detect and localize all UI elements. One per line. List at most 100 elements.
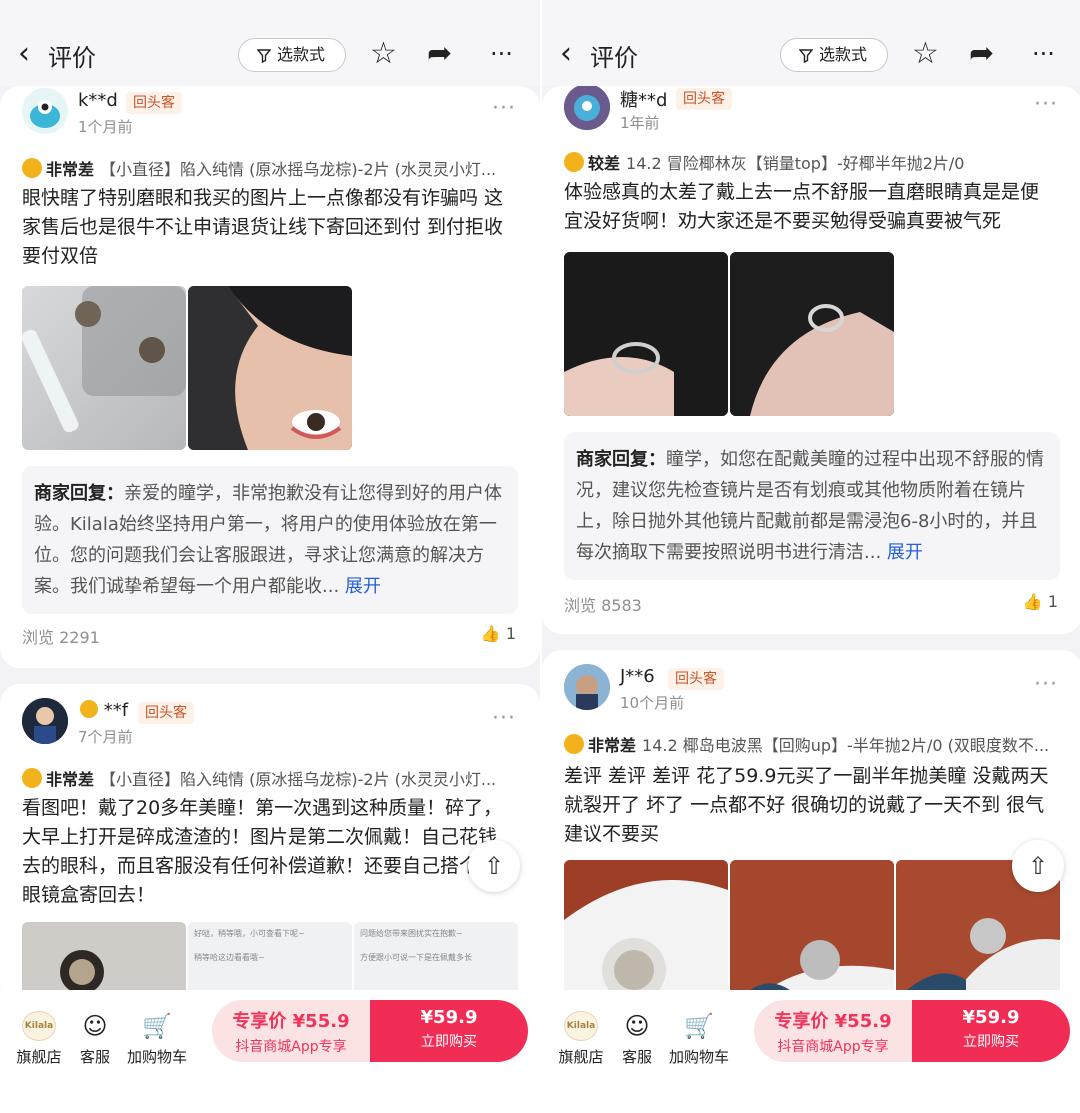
review-image[interactable] [188,286,352,450]
promo-price: 专享价 ¥55.9 [232,1011,350,1032]
filter-label: 选款式 [277,45,326,64]
chat-line: 好哒，稍等哦，小可查看下呢~ [194,929,305,938]
more-icon[interactable]: ··· [492,96,516,121]
price: ¥59.9 [962,1007,1020,1028]
back-to-top-button[interactable]: ⇧ [1012,840,1064,892]
kilala-logo: Kilala [22,1011,56,1041]
lens-on-finger-photo [564,252,728,416]
service-button[interactable]: ☺ 客服 [602,1010,672,1067]
promo-price-button[interactable]: 专享价 ¥55.9 抖音商城App专享 [754,1000,912,1062]
right-screen: ‹ 评价 选款式 ☆ ➦ ··· 糖**d 回头客 1年前 ··· 较差 14.2… [540,0,1080,1113]
share-icon[interactable]: ➦ [969,36,994,72]
username[interactable]: k**d [78,90,118,111]
more-icon[interactable]: ··· [1032,36,1055,72]
merchant-reply: 商家回复：瞳学，如您在配戴美瞳的过程中出现不舒服的情况，建议您先检查镜片是否有划… [564,432,1060,580]
eye-photo [188,286,352,450]
more-icon[interactable]: ··· [492,706,516,731]
header-bar: ‹ 评价 选款式 ☆ ➦ ··· [542,0,1080,86]
buy-label: 立即购买 [421,1034,477,1050]
page-title: 评价 [48,44,96,72]
review-image[interactable] [730,860,894,1010]
avatar[interactable] [564,86,610,130]
funnel-icon [799,49,813,63]
sad-face-icon [564,734,584,754]
add-to-cart-button[interactable]: 🛒 加购物车 [122,1010,192,1067]
chat-line: 问题给您带来困扰实在抱歉~ [360,929,463,938]
merchant-reply: 商家回复：亲爱的瞳学，非常抱歉没有让您得到好的用户体验。Kilala始终坚持用户… [22,466,518,614]
avatar-image [22,88,68,134]
review-card: 糖**d 回头客 1年前 ··· 较差 14.2 冒险椰林灰【销量top】-好椰半… [542,86,1080,634]
rating-line: 非常差 【小直径】陷入纯情 (原冰摇乌龙棕)-2片 (水灵灵小灯... [22,156,512,180]
back-icon[interactable]: ‹ [560,36,572,72]
review-text: 眼快瞎了特别磨眼和我买的图片上一点像都没有诈骗吗 这家售后也是很牛不让申请退货让… [22,187,504,267]
back-icon[interactable]: ‹ [18,36,30,72]
expand-link[interactable]: 展开 [345,576,381,597]
username[interactable]: 糖**d [620,86,667,112]
lens-case-photo [22,286,186,433]
expand-link[interactable]: 展开 [887,542,923,563]
service-button[interactable]: ☺ 客服 [60,1010,130,1067]
back-to-top-button[interactable]: ⇧ [468,840,520,892]
add-to-cart-button[interactable]: 🛒 加购物车 [664,1010,734,1067]
reply-label: 商家回复： [34,483,124,504]
avatar[interactable] [22,698,68,744]
review-image[interactable] [730,252,894,416]
more-icon[interactable]: ··· [1034,672,1058,697]
review-time: 10个月前 [620,694,685,712]
more-icon[interactable]: ··· [1034,92,1058,117]
purchase-group: 专享价 ¥55.9 抖音商城App专享 ¥59.9 立即购买 [754,1000,1070,1062]
username[interactable]: **f [80,700,128,721]
avatar-image [22,698,68,744]
username[interactable]: J**6 [620,666,655,687]
sad-face-icon [564,152,584,172]
review-text: 差评 差评 差评 花了59.9元买了一副半年抛美瞳 没戴两天就裂开了 坏了 一点… [564,765,1049,845]
review-image[interactable] [564,860,728,1010]
avatar-image [564,664,610,710]
status-badge: 回头客 [126,92,182,114]
page-title: 评价 [590,44,638,72]
like-count: 1 [1047,592,1058,611]
review-image[interactable] [22,286,186,450]
review-image[interactable] [564,252,728,416]
filter-button[interactable]: 选款式 [780,38,888,72]
thumbs-up-icon: 👍 [480,624,501,643]
buy-label: 立即购买 [963,1034,1019,1050]
left-screen: ‹ 评价 选款式 ☆ ➦ ··· k**d 回头客 1个月前 ··· 非常差 【小… [0,0,540,1113]
reply-label: 商家回复： [576,449,666,470]
buy-now-button[interactable]: ¥59.9 立即购买 [370,1000,528,1062]
arrow-up-icon: ⇧ [1027,852,1049,880]
kilala-logo: Kilala [564,1011,598,1041]
cart-icon: 🛒 [142,1012,172,1040]
share-icon[interactable]: ➦ [427,36,452,72]
review-card: **f 回头客 7个月前 ··· 非常差 【小直径】陷入纯情 (原冰摇乌龙棕)-2… [0,684,540,1004]
rating-label: 非常差 [46,160,95,179]
review-time: 1个月前 [78,118,133,136]
username-text: **f [103,700,129,721]
star-icon[interactable]: ☆ [912,36,939,72]
buy-now-button[interactable]: ¥59.9 立即购买 [912,1000,1070,1062]
like-button[interactable]: 👍 1 [481,624,516,643]
cracked-lens-photo [564,860,728,1010]
like-button[interactable]: 👍 1 [1023,592,1058,611]
avatar[interactable] [22,88,68,134]
store-label: 旗舰店 [558,1048,604,1066]
star-icon[interactable]: ☆ [370,36,397,72]
sad-face-icon [22,158,42,178]
promo-sub: 抖音商城App专享 [235,1039,347,1055]
cart-label: 加购物车 [126,1048,187,1066]
review-text: 看图吧！戴了20多年美瞳！第一次遇到这种质量！碎了，大早上打开是碎成渣渣的！图片… [22,797,503,906]
filter-button[interactable]: 选款式 [238,38,346,72]
emoji-icon [80,700,98,718]
more-icon[interactable]: ··· [490,36,513,72]
variant-text: 【小直径】陷入纯情 (原冰摇乌龙棕)-2片 (水灵灵小灯... [100,770,497,789]
avatar-image [564,86,610,130]
bottom-action-bar: Kilala 旗舰店 ☺ 客服 🛒 加购物车 专享价 ¥55.9 抖音商城App专享 ¥… [542,990,1080,1113]
service-label: 客服 [621,1048,652,1066]
variant-text: 【小直径】陷入纯情 (原冰摇乌龙棕)-2片 (水灵灵小灯... [100,160,497,179]
header-bar: ‹ 评价 选款式 ☆ ➦ ··· [0,0,540,86]
chat-line: 方便跟小可说一下是在佩戴多长 [360,953,472,962]
like-count: 1 [505,624,516,643]
bottom-action-bar: Kilala 旗舰店 ☺ 客服 🛒 加购物车 专享价 ¥55.9 抖音商城App专享 ¥… [0,990,540,1113]
promo-price-button[interactable]: 专享价 ¥55.9 抖音商城App专享 [212,1000,370,1062]
avatar[interactable] [564,664,610,710]
